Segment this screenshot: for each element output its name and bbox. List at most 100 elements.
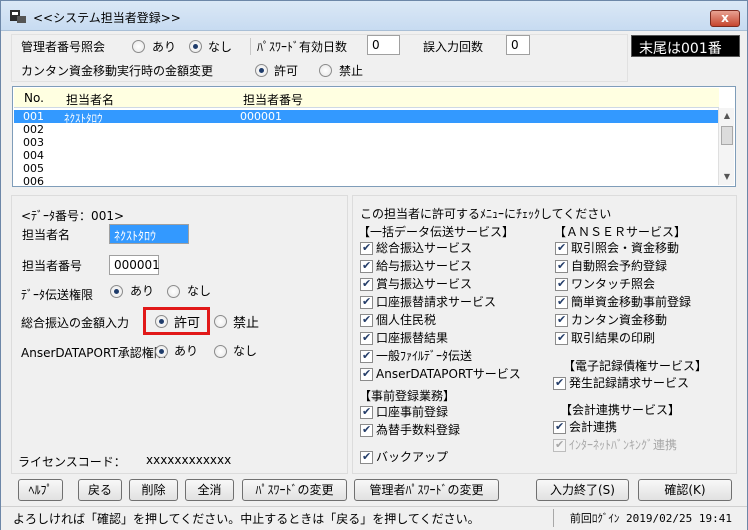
scroll-thumb[interactable] (721, 126, 733, 145)
close-button[interactable]: x (710, 10, 740, 27)
person-name-input[interactable]: ﾈｸｽﾄﾀﾛｳ (109, 224, 189, 244)
column-no[interactable]: No. (24, 91, 44, 105)
list-scrollbar[interactable]: ▲ ▼ (718, 108, 734, 185)
column-number[interactable]: 担当者番号 (243, 91, 303, 108)
checkbox-anser-2[interactable] (555, 277, 568, 291)
manager-inquiry-no-radio[interactable] (189, 40, 202, 53)
confirm-button[interactable]: 確認(K) (638, 479, 732, 501)
app-icon (10, 10, 26, 23)
pre-registration-heading: 【事前登録業務】 (359, 389, 456, 403)
transfer-amount-prohibit-radio[interactable] (214, 315, 227, 328)
person-number-input[interactable]: 000001 (109, 255, 160, 275)
batch-item-2: 賞与振込サービス (376, 277, 473, 291)
anser-auth-no-radio[interactable] (214, 345, 227, 358)
checkbox-batch-6[interactable] (360, 349, 373, 363)
data-transfer-auth-no-label: なし (187, 284, 212, 298)
accounting-item-1: ｲﾝﾀｰﾈｯﾄﾊﾞﾝｷﾝｸﾞ連携 (569, 438, 678, 452)
transfer-amount-permit-label: 許可 (174, 316, 201, 331)
row-no: 006 (23, 175, 44, 188)
change-manager-password-button[interactable]: 管理者ﾊﾟｽﾜｰﾄﾞの変更 (354, 479, 499, 501)
row-no: 004 (23, 149, 44, 162)
person-name-label: 担当者名 (22, 228, 71, 242)
table-row[interactable]: 006 (14, 175, 719, 188)
window-title: <<システム担当者登録>> (33, 11, 181, 25)
scroll-up-icon[interactable]: ▲ (719, 108, 735, 124)
input-error-count-input[interactable]: 0 (506, 35, 530, 55)
checkbox-backup[interactable] (360, 450, 373, 464)
checkbox-pre-registration-1[interactable] (360, 423, 373, 437)
checkbox-batch-3[interactable] (360, 295, 373, 309)
system-user-registration-window: <<システム担当者登録>> x 管理者番号照会 あり なし ﾊﾟｽﾜｰﾄﾞ有効日… (0, 0, 748, 530)
checkbox-accounting-0[interactable] (553, 420, 566, 434)
manager-inquiry-yes-radio[interactable] (132, 40, 145, 53)
status-bar: よろしければ「確認」を押してください。中止するときは「戻る」を押してください。 … (1, 506, 747, 530)
checkbox-anser-1[interactable] (555, 259, 568, 273)
table-row[interactable]: 002 (14, 123, 719, 136)
input-error-count-label: 誤入力回数 (423, 40, 484, 54)
accounting-item-0: 会計連携 (569, 420, 618, 434)
checkbox-accounting-1 (553, 438, 566, 452)
transfer-amount-prohibit-label: 禁止 (233, 316, 260, 331)
last-login-status: 前回ﾛｸﾞｲﾝ 2019/02/25 19:41 (569, 512, 732, 525)
checkbox-batch-5[interactable] (360, 331, 373, 345)
row-number: 000001 (240, 110, 282, 123)
batch-item-4: 個人住民税 (376, 313, 437, 327)
anser-item-5: 取引結果の印刷 (571, 331, 656, 345)
pre-registration-item-0: 口座事前登録 (376, 405, 449, 419)
column-name[interactable]: 担当者名 (66, 91, 114, 108)
checkbox-electronic-0[interactable] (553, 376, 566, 390)
transfer-amount-permit-radio[interactable] (155, 315, 168, 328)
data-number-label: <ﾃﾞｰﾀ番号：001> (21, 209, 125, 223)
anser-auth-no-label: なし (233, 344, 258, 358)
batch-item-7: AnserDATAPORTサービス (376, 367, 521, 381)
data-transfer-auth-no-radio[interactable] (167, 285, 180, 298)
suffix-badge: 末尾は001番 (631, 35, 740, 57)
batch-item-5: 口座振替結果 (376, 331, 449, 345)
manager-inquiry-yes-label: あり (152, 40, 177, 54)
scroll-down-icon[interactable]: ▼ (719, 169, 735, 185)
checkbox-batch-0[interactable] (360, 241, 373, 255)
divider (250, 38, 251, 55)
checkbox-batch-7[interactable] (360, 367, 373, 381)
table-row[interactable]: 005 (14, 162, 719, 175)
row-no: 005 (23, 162, 44, 175)
clear-button[interactable]: 全消 (185, 479, 234, 501)
amount-change-prohibit-radio[interactable] (319, 64, 332, 77)
anser-item-3: 簡単資金移動事前登録 (571, 295, 692, 309)
user-list[interactable]: No. 担当者名 担当者番号 001 ﾈｸｽﾄﾀﾛｳ 000001 002 00… (12, 86, 736, 188)
row-no: 002 (23, 123, 44, 136)
password-expiration-days-input[interactable]: 0 (367, 35, 400, 55)
delete-button[interactable]: 削除 (129, 479, 178, 501)
table-row[interactable]: 003 (14, 136, 719, 149)
anser-heading: 【ＡＮＳＥＲサービス】 (554, 225, 687, 239)
help-button[interactable]: ﾍﾙﾌﾟ (18, 479, 63, 501)
license-code-label: ライセンスコード： (18, 455, 126, 469)
table-row[interactable]: 001 ﾈｸｽﾄﾀﾛｳ 000001 (14, 110, 719, 125)
password-expiration-days-label: ﾊﾟｽﾜｰﾄﾞ有効日数 (257, 40, 348, 54)
backup-label: バックアップ (376, 450, 449, 464)
checkbox-batch-2[interactable] (360, 277, 373, 291)
batch-service-heading: 【一括データ伝送サービス】 (358, 225, 515, 239)
finish-input-button[interactable]: 入力終了(S) (536, 479, 629, 501)
checkbox-anser-4[interactable] (555, 313, 568, 327)
batch-item-1: 給与振込サービス (376, 259, 473, 273)
checkbox-anser-5[interactable] (555, 331, 568, 345)
anser-item-4: カンタン資金移動 (571, 313, 668, 327)
checkbox-batch-4[interactable] (360, 313, 373, 327)
checkbox-pre-registration-0[interactable] (360, 405, 373, 419)
checkbox-anser-3[interactable] (555, 295, 568, 309)
change-password-button[interactable]: ﾊﾟｽﾜｰﾄﾞの変更 (242, 479, 347, 501)
row-no: 003 (23, 136, 44, 149)
anser-auth-yes-radio[interactable] (155, 345, 168, 358)
anser-item-2: ワンタッチ照会 (571, 277, 656, 291)
anser-auth-label: AnserDATAPORT承認権限 (21, 346, 166, 360)
batch-item-3: 口座振替請求サービス (376, 295, 497, 309)
data-transfer-auth-yes-radio[interactable] (110, 285, 123, 298)
amount-change-permit-radio[interactable] (255, 64, 268, 77)
checkbox-anser-0[interactable] (555, 241, 568, 255)
table-row[interactable]: 004 (14, 149, 719, 162)
list-header: No. 担当者名 担当者番号 (14, 88, 719, 108)
status-message: よろしければ「確認」を押してください。中止するときは「戻る」を押してください。 (13, 512, 480, 526)
back-button[interactable]: 戻る (78, 479, 122, 501)
checkbox-batch-1[interactable] (360, 259, 373, 273)
